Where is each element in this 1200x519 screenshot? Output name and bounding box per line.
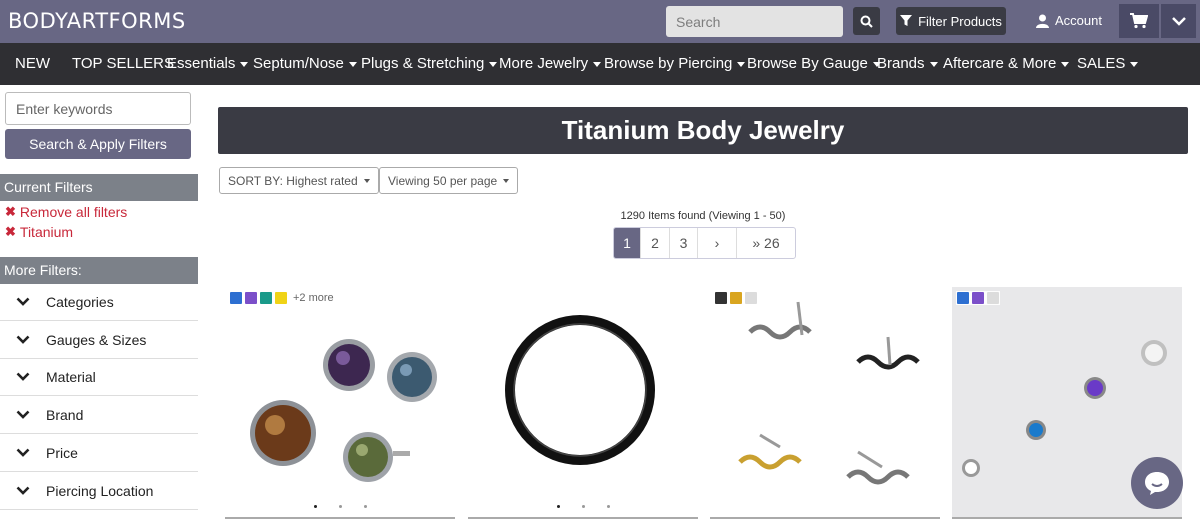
product-card[interactable] xyxy=(710,287,940,519)
chevron-down-icon xyxy=(0,410,46,419)
close-icon: ✖ xyxy=(5,224,16,239)
more-colors-label[interactable]: +2 more xyxy=(293,292,334,304)
color-swatches xyxy=(714,291,758,305)
current-filters-heading: Current Filters xyxy=(0,174,198,201)
cart-icon xyxy=(1130,13,1148,29)
caret-down-icon xyxy=(1130,61,1139,67)
filter-products-button[interactable]: Filter Products xyxy=(896,7,1006,35)
color-swatches xyxy=(956,291,1000,305)
caret-down-icon xyxy=(737,61,746,67)
filter-accordion-brand[interactable]: Brand xyxy=(0,396,198,434)
carousel-dot[interactable] xyxy=(338,505,342,508)
account-label: Account xyxy=(1055,13,1102,28)
filter-accordion-categories[interactable]: Categories xyxy=(0,283,198,321)
caret-down-icon xyxy=(240,61,249,67)
color-swatch[interactable] xyxy=(972,292,984,304)
nav-item-brands[interactable]: Brands xyxy=(877,55,938,72)
nav-item-essentials[interactable]: Essentials xyxy=(167,55,249,72)
carousel-dot[interactable] xyxy=(313,505,317,508)
nav-item-browse-by-gauge[interactable]: Browse By Gauge xyxy=(747,55,881,72)
search-input[interactable] xyxy=(666,6,843,37)
product-image xyxy=(468,287,698,519)
carousel-dot[interactable] xyxy=(363,505,367,508)
product-image xyxy=(710,287,940,519)
nav-item-septum-nose[interactable]: Septum/Nose xyxy=(253,55,357,72)
chevron-down-icon xyxy=(1171,16,1186,26)
color-swatch[interactable] xyxy=(260,292,272,304)
filter-chip-titanium[interactable]: ✖ Titanium xyxy=(5,224,73,240)
image-carousel-dots xyxy=(225,505,455,508)
caret-down-icon xyxy=(363,178,370,183)
color-swatch[interactable] xyxy=(987,292,999,304)
color-swatch[interactable] xyxy=(275,292,287,304)
caret-down-icon xyxy=(348,61,357,67)
color-swatch[interactable] xyxy=(245,292,257,304)
next-page-button[interactable]: › xyxy=(698,228,737,258)
filter-accordion-piercing-location[interactable]: Piercing Location xyxy=(0,472,198,510)
page-1-button[interactable]: 1 xyxy=(614,228,641,258)
site-logo[interactable]: BODYARTFORMS xyxy=(8,9,186,33)
color-swatch[interactable] xyxy=(730,292,742,304)
user-icon xyxy=(1036,14,1049,28)
color-swatch[interactable] xyxy=(957,292,969,304)
chat-button[interactable] xyxy=(1131,457,1183,509)
search-icon xyxy=(860,15,873,28)
color-swatch[interactable] xyxy=(745,292,757,304)
per-page-dropdown[interactable]: Viewing 50 per page xyxy=(379,167,519,194)
product-card[interactable] xyxy=(468,287,698,519)
account-link[interactable]: Account xyxy=(1036,13,1102,28)
last-page-button[interactable]: » 26 xyxy=(737,228,795,258)
chat-bubble-icon xyxy=(1145,472,1169,495)
search-button[interactable] xyxy=(853,7,880,35)
main-nav: NEW TOP SELLERS Essentials Septum/Nose P… xyxy=(0,43,1200,85)
image-carousel-dots xyxy=(468,505,698,508)
carousel-dot[interactable] xyxy=(556,505,560,508)
caret-down-icon xyxy=(503,178,510,183)
color-swatch[interactable] xyxy=(230,292,242,304)
sort-dropdown[interactable]: SORT BY: Highest rated xyxy=(219,167,379,194)
nav-item-top-sellers[interactable]: TOP SELLERS xyxy=(72,55,174,72)
pagination: 1 2 3 › » 26 xyxy=(613,227,796,259)
caret-down-icon xyxy=(1061,61,1070,67)
keyword-input[interactable] xyxy=(5,92,191,125)
filter-accordion-material[interactable]: Material xyxy=(0,358,198,396)
cart-button[interactable] xyxy=(1119,4,1159,38)
nav-item-aftercare-more[interactable]: Aftercare & More xyxy=(943,55,1070,72)
nav-item-new[interactable]: NEW xyxy=(15,55,50,72)
funnel-icon xyxy=(900,15,913,26)
more-filters-heading: More Filters: xyxy=(0,257,198,284)
chevron-down-icon xyxy=(0,297,46,306)
product-card[interactable]: +2 more xyxy=(225,287,455,519)
nav-item-browse-by-piercing[interactable]: Browse by Piercing xyxy=(604,55,746,72)
top-bar: BODYARTFORMS Filter Products Account xyxy=(0,0,1200,43)
caret-down-icon xyxy=(929,61,938,67)
filter-accordion-gauges-sizes[interactable]: Gauges & Sizes xyxy=(0,321,198,359)
filter-products-label: Filter Products xyxy=(918,13,1002,29)
cart-dropdown-button[interactable] xyxy=(1161,4,1196,38)
chevron-down-icon xyxy=(0,372,46,381)
nav-item-sales[interactable]: SALES xyxy=(1077,55,1139,72)
page-2-button[interactable]: 2 xyxy=(641,228,670,258)
caret-down-icon xyxy=(489,61,498,67)
carousel-dot[interactable] xyxy=(606,505,610,508)
page-title: Titanium Body Jewelry xyxy=(218,107,1188,154)
color-swatch[interactable] xyxy=(715,292,727,304)
results-count: 1290 Items found (Viewing 1 - 50) xyxy=(620,210,786,222)
filter-accordion-price[interactable]: Price xyxy=(0,434,198,472)
color-swatches: +2 more xyxy=(229,291,335,305)
caret-down-icon xyxy=(593,61,602,67)
nav-item-more-jewelry[interactable]: More Jewelry xyxy=(499,55,602,72)
apply-filters-button[interactable]: Search & Apply Filters xyxy=(5,129,191,159)
chevron-down-icon xyxy=(0,486,46,495)
nav-item-plugs-stretching[interactable]: Plugs & Stretching xyxy=(361,55,498,72)
chevron-down-icon xyxy=(0,448,46,457)
page-3-button[interactable]: 3 xyxy=(670,228,698,258)
chevron-down-icon xyxy=(0,335,46,344)
product-image xyxy=(225,287,455,519)
carousel-dot[interactable] xyxy=(581,505,585,508)
